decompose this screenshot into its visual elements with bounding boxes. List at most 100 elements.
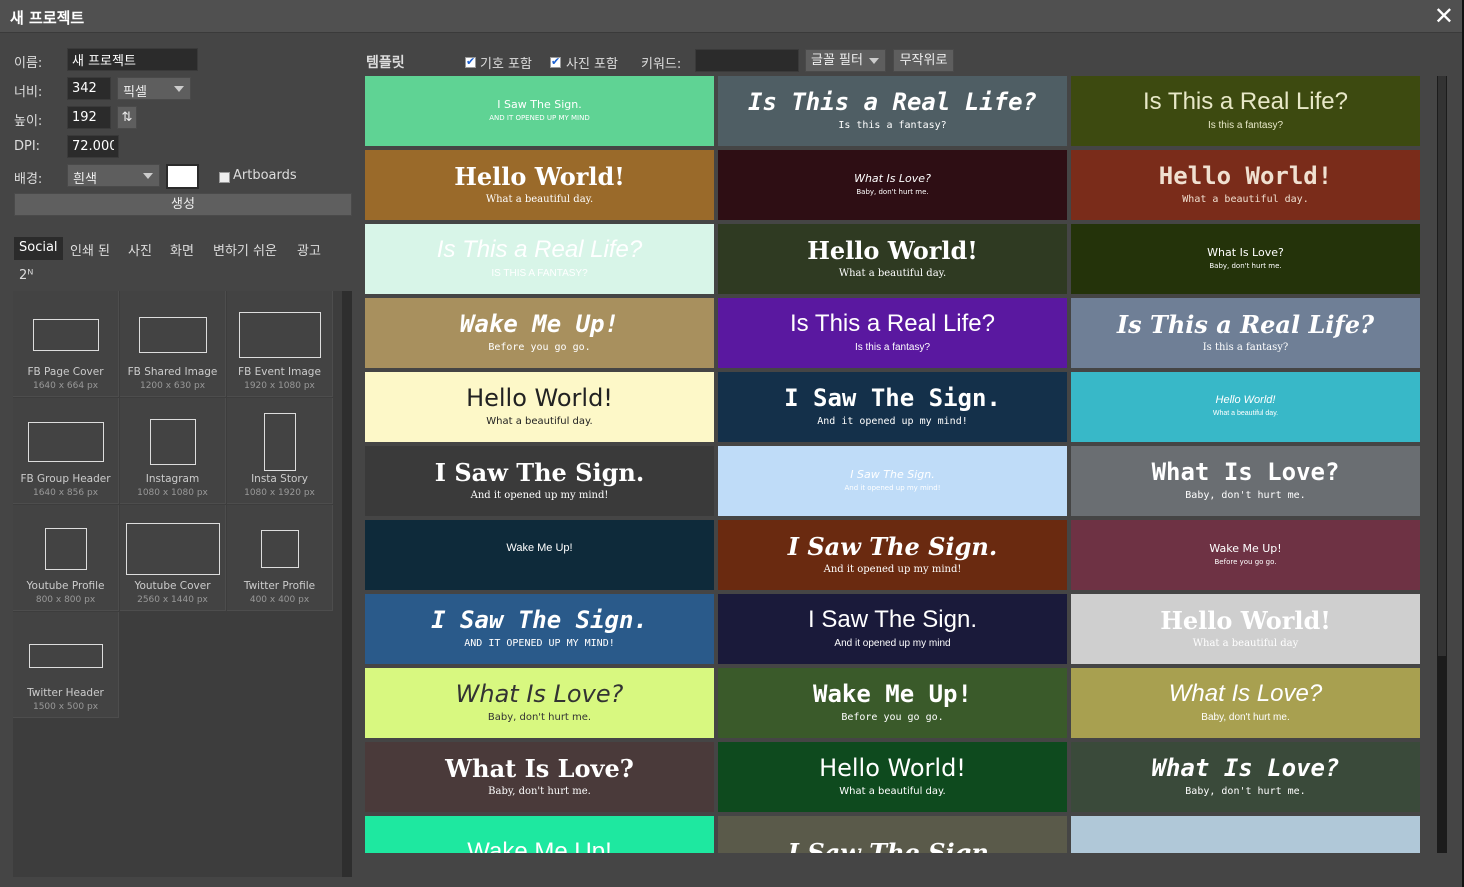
template-card[interactable]: What Is Love? Baby, don't hurt me. (1071, 446, 1420, 516)
template-card[interactable]: Wake Me Up! Before you go go. (365, 298, 714, 368)
height-label: 높이: (14, 114, 43, 129)
template-subtitle: Before you go go. (1214, 558, 1277, 566)
width-input[interactable] (67, 77, 111, 100)
preset-card[interactable]: Youtube Profile 800 x 800 px (13, 505, 119, 611)
template-card[interactable]: Hello World! What a beautiful day. (1071, 372, 1420, 442)
template-card[interactable]: Hello World! What a beautiful day. (365, 372, 714, 442)
template-card[interactable]: Wake Me Up! Before you go go. (1071, 520, 1420, 590)
font-filter-button[interactable]: 글꼴 필터 (805, 49, 886, 72)
template-card[interactable]: Is This a Real Life? Is this a fantasy? (718, 76, 1067, 146)
template-card[interactable]: What Is Love? Baby, don't hurt me. (365, 668, 714, 738)
include-photos-checkbox[interactable] (550, 55, 561, 68)
unit-select[interactable]: 픽셀 (117, 77, 191, 100)
template-card[interactable]: Hello World! What a beautiful day (1071, 594, 1420, 664)
close-icon[interactable]: ✕ (1434, 2, 1454, 30)
template-card[interactable]: What Is Love? Baby, don't hurt me. (1071, 668, 1420, 738)
template-card[interactable]: I Saw The Sign. And it opened up my mind! (365, 446, 714, 516)
preset-size: 800 x 800 px (35, 595, 96, 605)
template-card[interactable]: Wake Me Up! (365, 816, 714, 853)
tab-4[interactable]: 변하기 쉬운 (208, 237, 282, 260)
preset-scrollbar[interactable] (342, 291, 352, 877)
template-title: Is This a Real Life? (1116, 310, 1375, 339)
random-button[interactable]: 무작위로 (893, 49, 954, 72)
template-card[interactable]: I Saw The Sign. And it opened up my mind (718, 594, 1067, 664)
keyword-input[interactable] (695, 49, 799, 72)
template-card[interactable]: I Saw The Sign. (718, 816, 1067, 853)
template-scrollbar-thumb[interactable] (1438, 76, 1446, 656)
preset-card[interactable]: FB Shared Image 1200 x 630 px (120, 291, 226, 397)
background-select[interactable]: 흰색 (67, 164, 160, 187)
template-title: Hello World! (1160, 606, 1331, 635)
template-subtitle: And it opened up my mind! (470, 490, 609, 501)
template-title: Hello World! (807, 236, 978, 265)
template-card[interactable]: Hello World! What a beautiful day. (718, 224, 1067, 294)
templates-title: 템플릿 (366, 55, 405, 71)
swap-icon: ⇅ (121, 110, 133, 125)
preset-card[interactable]: FB Page Cover 1640 x 664 px (13, 291, 119, 397)
template-card[interactable]: I Saw The Sign. AND IT OPENED UP MY MIND (365, 76, 714, 146)
preset-card[interactable]: Twitter Profile 400 x 400 px (227, 505, 333, 611)
preset-shape-icon (126, 523, 220, 575)
preset-card[interactable]: Insta Story 1080 x 1920 px (227, 398, 333, 504)
template-card[interactable]: I Saw The Sign. And it opened up my mind! (718, 520, 1067, 590)
template-subtitle: And it opened up my mind! (823, 564, 962, 575)
preset-name: FB Group Header (20, 473, 111, 485)
template-gallery: I Saw The Sign. AND IT OPENED UP MY MIND I… (365, 76, 1420, 853)
template-card[interactable]: Is This a Real Life? Is this a fantasy? (1071, 76, 1420, 146)
background-select-value: 흰색 (73, 172, 97, 187)
tab-2[interactable]: 사진 (123, 237, 157, 260)
preset-shape-icon (264, 413, 296, 471)
template-card[interactable]: Is This a Real Life? Is this a fantasy? (718, 298, 1067, 368)
template-subtitle: And it opened up my mind (834, 638, 951, 649)
swap-dimensions-button[interactable]: ⇅ (117, 106, 137, 129)
template-card[interactable]: I Saw The Sign. And it opened up my mind! (718, 446, 1067, 516)
random-button-label: 무작위로 (899, 53, 948, 68)
preset-card[interactable]: FB Group Header 1640 x 856 px (13, 398, 119, 504)
template-scrollbar[interactable] (1437, 76, 1447, 853)
template-card[interactable]: Wake Me Up! (365, 520, 714, 590)
template-title: Hello World! (1215, 394, 1276, 406)
template-title: Hello World! (454, 162, 625, 191)
preset-size: 400 x 400 px (249, 595, 310, 605)
preset-shape-icon (28, 422, 104, 462)
template-card[interactable]: What Is Love? Baby, don't hurt me. (1071, 742, 1420, 812)
template-card[interactable]: What Is Love? Baby, don't hurt me. (1071, 224, 1420, 294)
preset-name: Twitter Profile (243, 580, 316, 592)
preset-name: FB Event Image (238, 366, 321, 378)
name-input[interactable] (67, 48, 198, 71)
preset-card[interactable]: Twitter Header 1500 x 500 px (13, 612, 119, 718)
template-card[interactable]: Is This a Real Life? Is this a fantasy? (1071, 298, 1420, 368)
include-symbols-checkbox[interactable] (465, 55, 476, 68)
background-label: 배경: (14, 172, 43, 187)
tab-0[interactable]: Social (14, 237, 63, 260)
preset-size: 1080 x 1920 px (244, 488, 315, 498)
template-card[interactable]: Hello World! What a beautiful day. (718, 742, 1067, 812)
tab-1[interactable]: 인쇄 된 (65, 237, 115, 260)
template-subtitle: What a beautiful day. (1182, 194, 1309, 205)
preset-size: 1640 x 856 px (32, 488, 99, 498)
template-card[interactable]: What Is Love? Baby, don't hurt me. (718, 150, 1067, 220)
dpi-input[interactable] (67, 135, 119, 158)
preset-size: 1200 x 630 px (139, 381, 206, 391)
background-color-swatch[interactable] (166, 164, 199, 189)
template-card[interactable] (1071, 816, 1420, 853)
preset-card[interactable]: FB Event Image 1920 x 1080 px (227, 291, 333, 397)
template-card[interactable]: Wake Me Up! Before you go go. (718, 668, 1067, 738)
template-card[interactable]: What Is Love? Baby, don't hurt me. (365, 742, 714, 812)
template-card[interactable]: Is This a Real Life? IS THIS A FANTASY? (365, 224, 714, 294)
create-button[interactable]: 생성 (14, 193, 352, 216)
template-card[interactable]: Hello World! What a beautiful day. (365, 150, 714, 220)
template-card[interactable]: I Saw The Sign. AND IT OPENED UP MY MIND! (365, 594, 714, 664)
artboards-checkbox[interactable] (219, 172, 230, 183)
tab-6[interactable]: 2ᴺ (14, 265, 38, 288)
tab-3[interactable]: 화면 (165, 237, 199, 260)
preset-card[interactable]: Instagram 1080 x 1080 px (120, 398, 226, 504)
height-input[interactable] (67, 106, 111, 129)
template-subtitle: What a beautiful day. (839, 786, 946, 797)
preset-name: Instagram (145, 473, 200, 485)
template-card[interactable]: Hello World! What a beautiful day. (1071, 150, 1420, 220)
preset-card[interactable]: Youtube Cover 2560 x 1440 px (120, 505, 226, 611)
template-card[interactable]: I Saw The Sign. And it opened up my mind! (718, 372, 1067, 442)
tab-5[interactable]: 광고 (292, 237, 326, 260)
template-subtitle: Is this a fantasy? (838, 120, 947, 131)
